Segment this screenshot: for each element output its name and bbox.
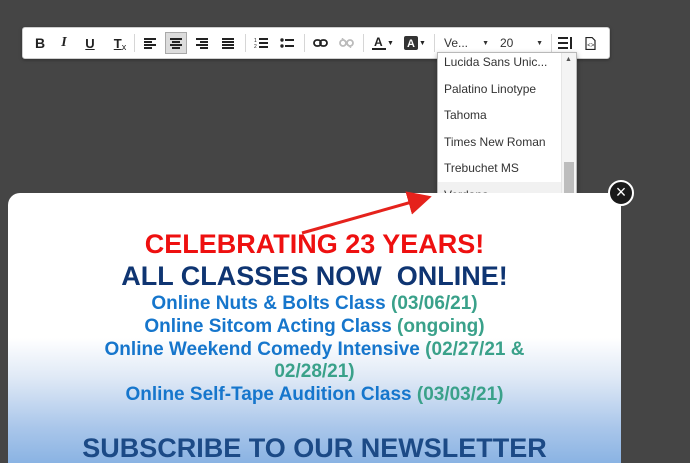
class-name: Online Sitcom Acting Class: [144, 316, 392, 337]
clear-format-button[interactable]: T x: [109, 32, 131, 54]
class-line-continued: 02/28/21): [8, 361, 621, 383]
font-option-times-new-roman[interactable]: Times New Roman: [438, 129, 562, 155]
bold-button[interactable]: B: [29, 32, 51, 54]
toolbar-divider: [304, 34, 305, 52]
chevron-down-icon: ▼: [387, 39, 394, 47]
dropdown-scrollbar[interactable]: ▲ ▼: [561, 53, 576, 209]
close-popup-button[interactable]: ×: [608, 180, 634, 206]
underline-button[interactable]: U: [79, 32, 101, 54]
align-center-button[interactable]: [165, 32, 187, 54]
font-option-tahoma[interactable]: Tahoma: [438, 102, 562, 128]
class-date: (03/06/21): [391, 293, 478, 314]
svg-text:2: 2: [254, 44, 257, 49]
class-date: (ongoing): [397, 316, 485, 337]
font-family-select[interactable]: Ve... ▼: [441, 32, 493, 54]
text-color-icon: A: [372, 36, 387, 50]
class-name: Online Self-Tape Audition Class: [125, 384, 412, 405]
toolbar-divider: [245, 34, 246, 52]
class-line[interactable]: Online Weekend Comedy Intensive (02/27/2…: [8, 339, 621, 361]
toolbar-divider: [551, 34, 552, 52]
font-family-dropdown: Lucida Sans Unic... Palatino Linotype Ta…: [437, 52, 577, 210]
italic-button[interactable]: I: [53, 32, 75, 54]
numbered-list-icon: 12: [254, 38, 268, 49]
font-family-value: Ve...: [444, 36, 469, 50]
bullet-list-button[interactable]: [276, 32, 298, 54]
align-justify-icon: [222, 37, 234, 49]
insert-link-button[interactable]: [309, 32, 331, 54]
line-height-button[interactable]: [554, 32, 576, 54]
chevron-down-icon: ▼: [536, 39, 543, 47]
subscribe-heading[interactable]: SUBSCRIBE TO OUR NEWSLETTER: [8, 433, 621, 463]
document-icon: <>: [584, 36, 596, 50]
numbered-list-button[interactable]: 12: [250, 32, 272, 54]
chevron-down-icon: ▼: [482, 39, 489, 47]
class-date: (03/03/21): [416, 384, 504, 405]
class-date: 02/28/21): [274, 361, 355, 382]
align-right-button[interactable]: [191, 32, 213, 54]
align-right-icon: [196, 37, 208, 49]
font-option-trebuchet[interactable]: Trebuchet MS: [438, 155, 562, 181]
newsletter-popup: CELEBRATING 23 YEARS! ALL CLASSES NOW ON…: [8, 193, 621, 463]
svg-text:A: A: [374, 36, 383, 49]
link-icon: [312, 39, 328, 47]
class-name: Online Weekend Comedy Intensive: [104, 339, 420, 360]
svg-text:<>: <>: [587, 43, 595, 49]
background-color-button[interactable]: A ▼: [401, 32, 429, 54]
bullet-list-icon: [280, 38, 294, 48]
unlink-button[interactable]: [335, 32, 357, 54]
chevron-down-icon: ▼: [419, 39, 426, 47]
class-line[interactable]: Online Self-Tape Audition Class (03/03/2…: [8, 384, 621, 406]
class-name: Online Nuts & Bolts Class: [151, 293, 386, 314]
align-left-button[interactable]: [139, 32, 161, 54]
class-date: (02/27/21 &: [425, 339, 525, 360]
toolbar-divider: [434, 34, 435, 52]
toolbar-divider: [363, 34, 364, 52]
clear-format-x-icon: x: [121, 41, 127, 52]
background-color-icon: A: [404, 36, 419, 50]
scroll-up-icon[interactable]: ▲: [565, 56, 572, 63]
class-line[interactable]: Online Nuts & Bolts Class (03/06/21): [8, 293, 621, 315]
align-center-icon: [170, 37, 182, 49]
line-height-icon: [557, 37, 572, 49]
svg-text:A: A: [407, 38, 415, 50]
font-option-lucida-sans[interactable]: Lucida Sans Unic...: [438, 53, 562, 75]
scrollbar-thumb[interactable]: [564, 162, 574, 194]
font-option-palatino[interactable]: Palatino Linotype: [438, 76, 562, 102]
text-color-button[interactable]: A ▼: [369, 32, 397, 54]
clear-format-label: T: [113, 35, 122, 51]
unlink-icon: [338, 38, 354, 48]
align-left-icon: [144, 37, 156, 49]
toolbar-divider: [134, 34, 135, 52]
source-code-button[interactable]: <>: [579, 32, 601, 54]
font-size-value: 20: [500, 36, 514, 50]
class-line[interactable]: Online Sitcom Acting Class (ongoing): [8, 316, 621, 338]
font-size-select[interactable]: 20 ▼: [497, 32, 547, 54]
headline-celebrating: CELEBRATING 23 YEARS!: [144, 229, 485, 259]
headline-online: ALL CLASSES NOW ONLINE!: [121, 261, 508, 291]
align-justify-button[interactable]: [217, 32, 239, 54]
